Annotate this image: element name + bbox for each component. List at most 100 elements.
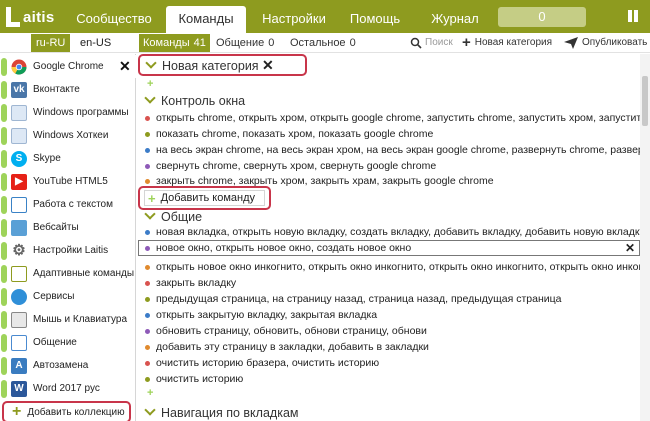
command-dot <box>145 131 150 137</box>
new-category-button[interactable]: + Новая категория <box>462 34 552 52</box>
filter-other-count: 0 <box>349 37 356 49</box>
command-row[interactable]: открыть chrome, открыть хром, открыть go… <box>145 111 640 125</box>
pause-icon[interactable] <box>626 9 640 23</box>
toggle-indicator[interactable] <box>1 218 7 237</box>
plus-icon[interactable]: + <box>147 78 153 90</box>
command-text: открыть закрытую вкладку, закрытая вклад… <box>156 309 378 321</box>
command-text: закрыть вкладку <box>156 277 237 289</box>
sub-bar: ru-RU en-US Команды 41 Общение 0 Остальное… <box>0 33 650 53</box>
search-icon <box>410 37 422 49</box>
command-dot <box>145 245 150 251</box>
lang-en[interactable]: en-US <box>75 34 116 52</box>
command-row[interactable]: открыть закрытую вкладку, закрытая вклад… <box>145 308 637 322</box>
toggle-indicator[interactable] <box>1 80 7 99</box>
sidebar-item-windows-programs[interactable]: Windows программы <box>0 101 136 124</box>
toggle-indicator[interactable] <box>1 149 7 168</box>
toggle-indicator[interactable] <box>1 172 7 191</box>
add-command-label: Добавить команду <box>160 192 255 204</box>
command-row[interactable]: свернуть chrome, свернуть хром, свернуть… <box>145 159 637 173</box>
command-row[interactable]: очистить историю бразера, очистить истор… <box>145 356 637 370</box>
tab-commands[interactable]: Команды <box>166 6 246 33</box>
sidebar-item-label: Адаптивные команды <box>33 268 135 279</box>
toggle-indicator[interactable] <box>1 264 7 283</box>
tab-help[interactable]: Помощь <box>340 6 410 33</box>
sidebar-item-services[interactable]: Сервисы <box>0 285 136 308</box>
chevron-down-icon <box>145 408 155 418</box>
tab-journal[interactable]: Журнал <box>420 6 490 33</box>
sidebar-item-skype[interactable]: S Skype <box>0 147 136 170</box>
sidebar-item-autoreplace[interactable]: A Автозамена <box>0 354 136 377</box>
command-row[interactable]: закрыть вкладку <box>145 276 637 290</box>
category-title-window-control[interactable]: Контроль окна <box>145 92 245 110</box>
command-dot <box>145 360 150 366</box>
toggle-indicator[interactable] <box>1 126 7 145</box>
filter-commands[interactable]: Команды 41 <box>139 34 210 52</box>
delete-icon[interactable]: ✕ <box>625 241 635 255</box>
sidebar-item-vkontakte[interactable]: vk Вконтакте <box>0 78 136 101</box>
command-row-selected[interactable]: новое окно, открыть новое окно, создать … <box>138 240 640 256</box>
filter-other-label: Остальное <box>290 37 346 49</box>
lang-ru[interactable]: ru-RU <box>31 34 71 52</box>
toggle-indicator[interactable] <box>1 379 7 398</box>
sidebar-item-mouse-keyboard[interactable]: Мышь и Клавиатура <box>0 308 136 331</box>
add-command-button[interactable]: + Добавить команду <box>144 190 265 206</box>
sidebar-item-communication[interactable]: Общение <box>0 331 136 354</box>
publish-label: Опубликовать <box>582 37 648 48</box>
sidebar-item-word[interactable]: W Word 2017 рус <box>0 377 136 400</box>
filter-other[interactable]: Остальное 0 <box>286 34 360 52</box>
logo-text: aitis <box>23 8 55 26</box>
toggle-indicator[interactable] <box>1 356 7 375</box>
toggle-indicator[interactable] <box>1 195 7 214</box>
command-row[interactable]: добавить эту страницу в закладки, добави… <box>145 340 637 354</box>
plus-icon: + <box>12 403 22 420</box>
sidebar-item-websites[interactable]: Вебсайты <box>0 216 136 239</box>
scroll-thumb[interactable] <box>642 76 648 126</box>
scrollbar[interactable] <box>640 54 650 421</box>
sidebar-item-google-chrome[interactable]: Google Chrome ✕ <box>0 55 136 78</box>
sidebar-item-label: Google Chrome <box>33 61 104 72</box>
command-row[interactable]: показать chrome, показать хром, показать… <box>145 127 637 141</box>
command-text: очистить историю <box>156 373 244 385</box>
category-title-tab-navigation[interactable]: Навигация по вкладкам <box>145 404 299 421</box>
sidebar-item-windows-hotkeys[interactable]: Windows Хоткеи <box>0 124 136 147</box>
toggle-indicator[interactable] <box>1 333 7 352</box>
command-row[interactable]: открыть новое окно инкогнито, открыть ок… <box>145 260 640 274</box>
toggle-indicator[interactable] <box>1 287 7 306</box>
new-category-title: Новая категория <box>162 59 259 73</box>
tab-settings[interactable]: Настройки <box>252 6 336 33</box>
collections-sidebar: Google Chrome ✕ vk Вконтакте Windows про… <box>0 54 136 421</box>
filter-communication[interactable]: Общение 0 <box>212 34 278 52</box>
command-dot <box>145 178 150 184</box>
command-row[interactable]: на весь экран chrome, на весь экран хром… <box>145 143 640 157</box>
command-row[interactable]: предыдущая страница, на страницу назад, … <box>145 292 637 306</box>
search-placeholder: Поиск <box>425 37 453 48</box>
add-collection-button[interactable]: + Добавить коллекцию <box>2 401 131 421</box>
command-dot <box>145 296 150 302</box>
toggle-indicator[interactable] <box>1 103 7 122</box>
close-icon[interactable]: ✕ <box>119 58 131 75</box>
chevron-down-icon[interactable] <box>146 61 156 71</box>
toggle-indicator[interactable] <box>1 57 7 76</box>
toggle-indicator[interactable] <box>1 241 7 260</box>
laitis-logo: aitis <box>4 2 55 32</box>
sidebar-item-label: Windows Хоткеи <box>33 130 109 141</box>
command-row[interactable]: новая вкладка, открыть новую вкладку, со… <box>145 225 640 239</box>
sidebar-item-label: Вебсайты <box>33 222 79 233</box>
command-dot <box>145 115 150 121</box>
command-text: на весь экран chrome, на весь экран хром… <box>156 144 640 156</box>
command-row[interactable]: обновить страницу, обновить, обнови стра… <box>145 324 637 338</box>
plus-icon[interactable]: + <box>147 387 153 399</box>
close-icon[interactable]: ✕ <box>262 57 274 74</box>
publish-button[interactable]: Опубликовать <box>564 34 647 52</box>
sidebar-item-label: Автозамена <box>33 360 89 371</box>
sidebar-item-youtube[interactable]: ▶ YouTube HTML5 <box>0 170 136 193</box>
toggle-indicator[interactable] <box>1 310 7 329</box>
new-category-header[interactable]: Новая категория ✕ <box>138 54 307 76</box>
command-row[interactable]: очистить историю <box>145 372 637 386</box>
sidebar-item-adaptive[interactable]: Адаптивные команды <box>0 262 136 285</box>
sidebar-item-text-work[interactable]: Работа с текстом <box>0 193 136 216</box>
tab-community[interactable]: Сообщество <box>66 6 162 33</box>
sidebar-item-laitis-settings[interactable]: ⚙ Настройки Laitis <box>0 239 136 262</box>
search-box[interactable]: Поиск <box>410 34 453 52</box>
category-title-general[interactable]: Общие <box>145 208 202 226</box>
